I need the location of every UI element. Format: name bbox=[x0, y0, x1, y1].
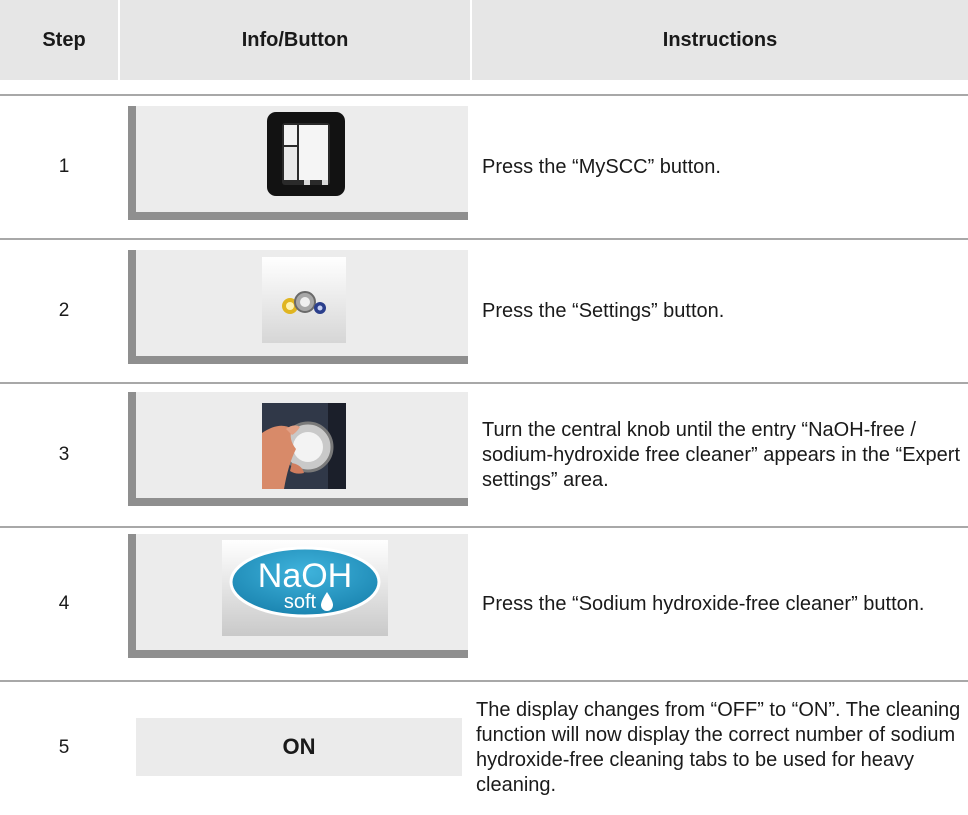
on-display: ON bbox=[136, 718, 462, 776]
instruction-text: Press the “Sodium hydroxide-free cleaner… bbox=[482, 528, 968, 680]
header-step: Step bbox=[42, 28, 86, 51]
naoh-soft-icon: NaOH soft bbox=[222, 540, 388, 636]
instruction-text: Press the “Settings” button. bbox=[482, 240, 968, 382]
settings-gears-icon bbox=[262, 257, 346, 343]
soft-logo-text: soft bbox=[284, 591, 317, 613]
header-instructions: Instructions bbox=[662, 28, 778, 51]
header-info-button: Info/Button bbox=[241, 28, 349, 51]
naoh-logo-text: NaOH bbox=[258, 557, 352, 595]
central-knob-icon bbox=[262, 403, 346, 489]
naoh-soft-button[interactable]: NaOH soft bbox=[222, 540, 388, 636]
settings-button[interactable] bbox=[262, 257, 346, 343]
myscc-oven-icon bbox=[267, 112, 345, 196]
instruction-label: Press the “MySCC” button. bbox=[482, 155, 721, 178]
myscc-button[interactable] bbox=[266, 111, 346, 197]
table-header: Step Info/Button Instructions bbox=[0, 0, 968, 80]
instruction-label: Press the “Sodium hydroxide-free cleaner… bbox=[482, 592, 925, 615]
step-number: 4 bbox=[58, 593, 70, 614]
instruction-label: Press the “Settings” button. bbox=[482, 299, 725, 322]
instruction-text: Press the “MySCC” button. bbox=[482, 96, 968, 238]
central-knob[interactable] bbox=[262, 403, 346, 489]
step-number: 2 bbox=[58, 300, 70, 321]
instruction-label: The display changes from “OFF” to “ON”. … bbox=[476, 699, 961, 796]
step-number: 1 bbox=[58, 156, 70, 177]
instruction-label: Turn the central knob until the entry “N… bbox=[482, 418, 961, 491]
step-number: 5 bbox=[58, 737, 70, 758]
instruction-text: Turn the central knob until the entry “N… bbox=[482, 384, 968, 526]
instruction-text: The display changes from “OFF” to “ON”. … bbox=[476, 682, 968, 814]
step-number: 3 bbox=[58, 444, 70, 465]
